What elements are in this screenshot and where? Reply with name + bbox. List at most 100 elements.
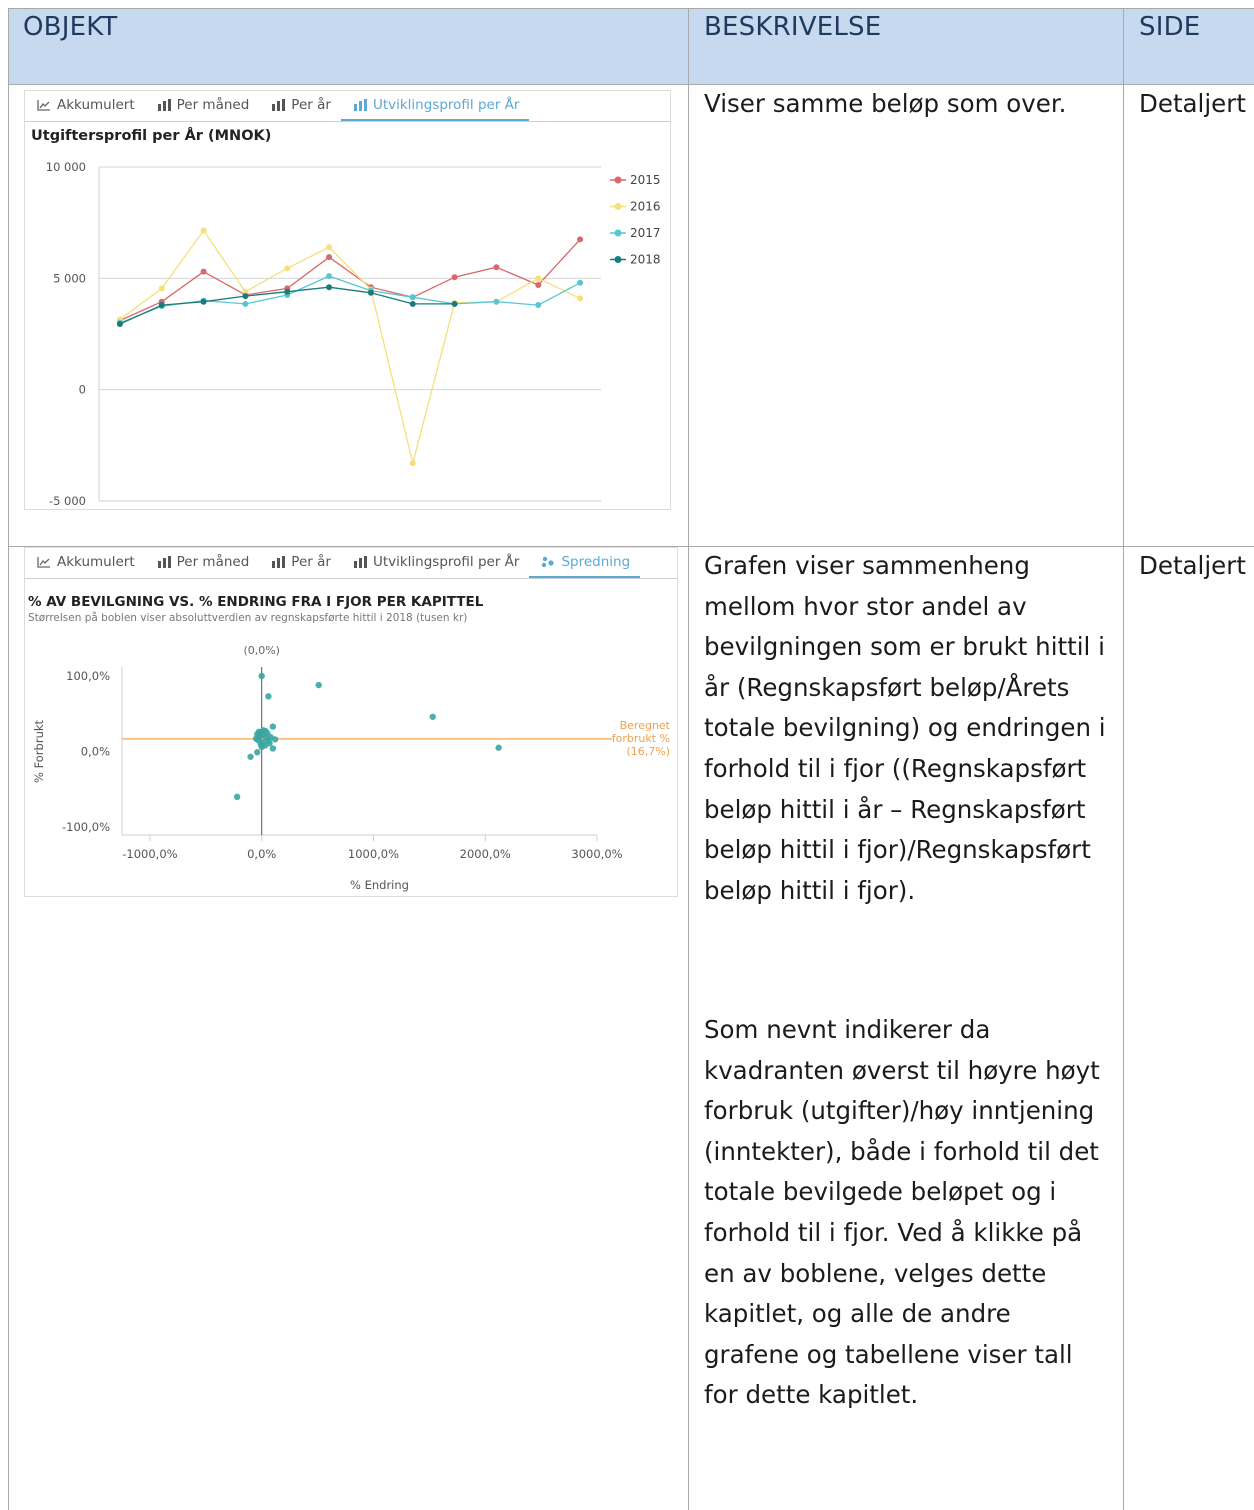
row2-description-p1: Grafen viser sammenheng mellom hvor stor… xyxy=(704,551,1106,905)
data-point-2018 xyxy=(326,284,333,291)
tab-utviklingsprofil[interactable]: Utviklingsprofil per År xyxy=(341,548,530,576)
scatter-point xyxy=(247,753,254,760)
scatter-point xyxy=(269,745,277,752)
tab-label: Akkumulert xyxy=(57,554,135,570)
chart-widget-spredning: Akkumulert Per måned Per år Utviklingspr… xyxy=(24,547,678,897)
line-chart-icon xyxy=(37,100,50,111)
scatter-point xyxy=(269,723,277,730)
scatter-point xyxy=(271,736,279,743)
scatter-point xyxy=(254,749,261,756)
bar-chart-icon xyxy=(353,99,367,111)
zero-line-label: (0,0%) xyxy=(243,644,280,657)
tab-spredning[interactable]: Spredning xyxy=(529,548,641,578)
legend-label: 2018 xyxy=(630,253,661,267)
data-point-2018 xyxy=(451,300,458,307)
x-tick-label: -1000,0% xyxy=(122,847,177,861)
data-point-2015 xyxy=(493,264,500,271)
table-column-divider xyxy=(1123,8,1124,1510)
chart-subtitle: Størrelsen på boblen viser absoluttverdi… xyxy=(28,611,467,624)
bar-chart-icon xyxy=(272,99,286,111)
data-point-2016 xyxy=(284,265,291,272)
chart-tabs: Akkumulert Per måned Per år Utviklingspr… xyxy=(25,548,641,578)
legend-marker-2016 xyxy=(614,203,622,210)
line-chart-icon xyxy=(37,557,50,568)
table-column-divider xyxy=(688,8,689,1510)
series-line-2017 xyxy=(119,275,581,324)
scatter-point xyxy=(258,743,265,751)
bar-chart-icon xyxy=(157,99,171,111)
y-tick-label: -5 000 xyxy=(49,494,86,508)
reference-line-label: Beregnet xyxy=(620,719,671,732)
data-point-2016 xyxy=(409,460,416,467)
y-tick-label: 10 000 xyxy=(46,160,86,174)
legend-marker-2015 xyxy=(614,176,622,184)
scatter-chart: % AV BEVILGNING VS. % ENDRING FRA I FJOR… xyxy=(28,594,671,892)
column-header-objekt: OBJEKT xyxy=(23,12,118,42)
data-point-2015 xyxy=(535,282,542,289)
row1-description: Viser samme beløp som over. xyxy=(704,89,1067,118)
tab-label: Per måned xyxy=(176,554,250,570)
scatter-point xyxy=(262,727,269,735)
data-point-2016 xyxy=(158,285,165,292)
tab-per-maned[interactable]: Per måned xyxy=(145,548,260,576)
tab-akkumulert[interactable]: Akkumulert xyxy=(25,548,145,576)
data-point-2018 xyxy=(409,300,416,307)
tab-label: Spredning xyxy=(561,554,631,570)
data-point-2017 xyxy=(242,300,249,307)
tab-per-ar[interactable]: Per år xyxy=(259,548,341,576)
row2-description-p2: Som nevnt indikerer da kvadranten øverst… xyxy=(704,1015,1100,1410)
x-tick-label: 0,0% xyxy=(247,847,276,861)
table-header xyxy=(8,8,1254,84)
table-border-top xyxy=(8,8,1254,9)
data-point-2017 xyxy=(493,298,500,305)
scatter-point xyxy=(495,744,502,751)
legend-label: 2016 xyxy=(630,200,661,214)
y-axis-label: % Forbrukt xyxy=(32,719,46,783)
y-tick-label: -100,0% xyxy=(62,820,110,834)
data-point-2015 xyxy=(577,236,584,243)
data-point-2018 xyxy=(367,289,374,296)
data-point-2015 xyxy=(200,268,207,275)
tab-per-maned[interactable]: Per måned xyxy=(145,91,260,119)
data-point-2015 xyxy=(326,254,333,261)
bar-chart-icon xyxy=(157,556,171,568)
data-point-2018 xyxy=(158,302,165,309)
data-point-2017 xyxy=(535,302,542,309)
tab-label: Akkumulert xyxy=(57,97,135,113)
column-header-side: SIDE xyxy=(1139,12,1201,42)
chart-tabs: Akkumulert Per måned Per år Utviklingspr… xyxy=(25,91,530,121)
scatter-point xyxy=(256,732,264,739)
tab-label: Per år xyxy=(291,554,331,570)
y-tick-label: 0 xyxy=(79,383,86,397)
x-axis-label: % Endring xyxy=(350,878,409,892)
tab-akkumulert[interactable]: Akkumulert xyxy=(25,91,145,119)
chart-widget-utgiftersprofil: Akkumulert Per måned Per år Utviklingspr… xyxy=(24,90,671,510)
data-point-2016 xyxy=(577,295,584,302)
scatter-point xyxy=(266,739,273,747)
data-point-2017 xyxy=(409,294,416,301)
row1-side: Detaljert xyxy=(1139,89,1246,118)
bar-chart-icon xyxy=(353,556,367,568)
tab-utviklingsprofil[interactable]: Utviklingsprofil per År xyxy=(340,91,530,121)
x-tick-label: 1000,0% xyxy=(348,847,399,861)
data-point-2016 xyxy=(326,244,333,251)
data-point-2018 xyxy=(284,288,291,295)
data-point-2017 xyxy=(326,273,333,280)
scatter-point xyxy=(265,693,272,700)
tab-label: Per år xyxy=(291,97,331,113)
legend-label: 2015 xyxy=(630,173,661,187)
reference-line-label: forbrukt % xyxy=(612,732,670,745)
tab-label: Utviklingsprofil per År xyxy=(372,554,520,570)
bar-chart-icon xyxy=(272,556,286,568)
line-chart: Utgiftersprofil per År (MNOK) -5 000 0 5 00… xyxy=(31,127,661,508)
column-header-beskrivelse: BESKRIVELSE xyxy=(704,12,882,42)
reference-line-label: (16,7%) xyxy=(626,745,670,758)
data-point-2016 xyxy=(535,275,542,282)
chart-title: % AV BEVILGNING VS. % ENDRING FRA I FJOR… xyxy=(28,594,484,610)
x-tick-label: 2000,0% xyxy=(460,847,511,861)
scatter-point xyxy=(258,672,265,680)
tab-label: Per måned xyxy=(176,97,250,113)
tab-per-ar[interactable]: Per år xyxy=(259,91,341,119)
y-tick-label: 100,0% xyxy=(66,669,110,683)
legend-marker-2017 xyxy=(614,229,622,237)
